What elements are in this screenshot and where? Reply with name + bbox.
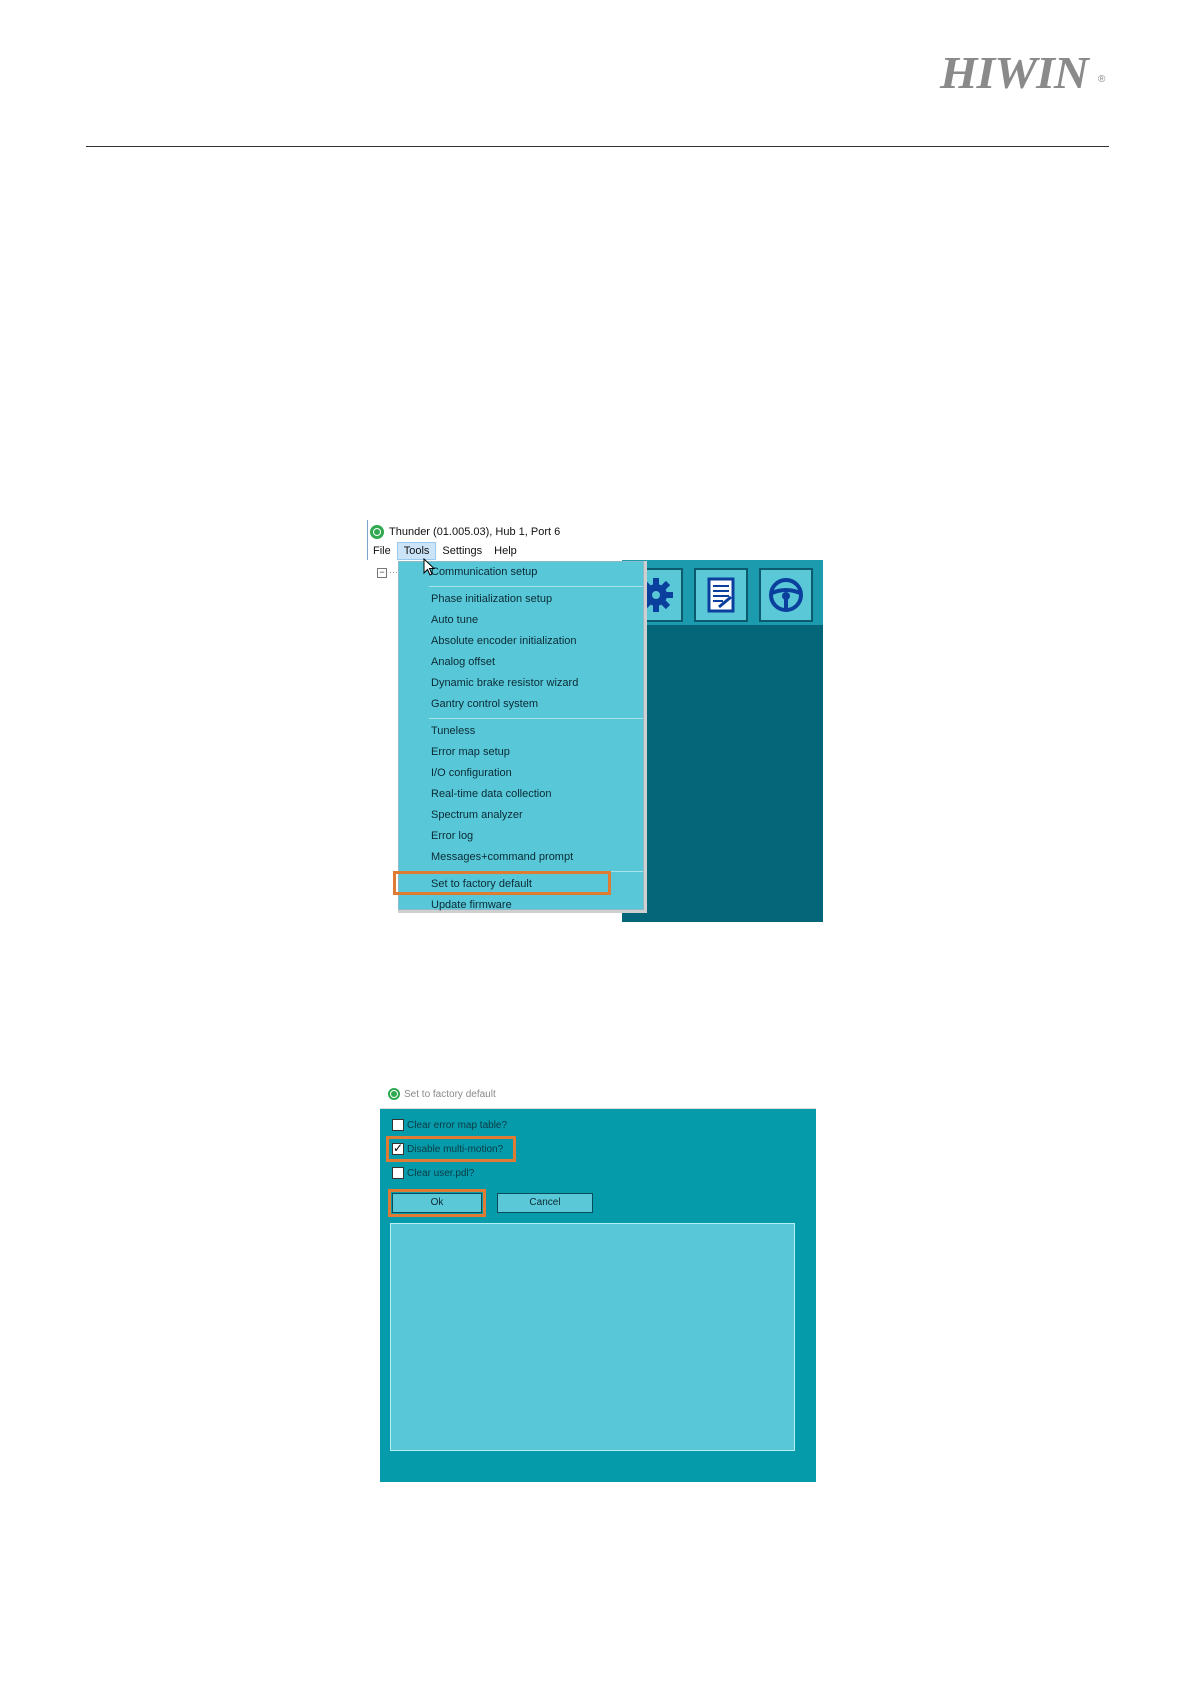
tools-menu-screenshot: Thunder (01.005.03), Hub 1, Port 6 File … [367, 520, 823, 922]
factory-default-dialog: Set to factory default Clear error map t… [380, 1082, 816, 1482]
menu-item-analog-offset[interactable]: Analog offset [431, 652, 495, 672]
menu-item-absolute-encoder-initialization[interactable]: Absolute encoder initialization [431, 631, 577, 651]
clear-user-pdl-label: Clear user.pdl? [407, 1167, 475, 1179]
registered-mark: ® [1098, 74, 1106, 85]
mouse-cursor-icon [423, 558, 435, 576]
menu-separator [429, 586, 643, 587]
menu-item-error-log[interactable]: Error log [431, 826, 473, 846]
header-rule [86, 146, 1109, 147]
ok-highlight-box [388, 1189, 486, 1217]
factory-default-highlight-box [393, 871, 611, 895]
dialog-title-bar: Set to factory default [380, 1082, 816, 1109]
menu-item-gantry-control-system[interactable]: Gantry control system [431, 694, 538, 714]
menu-item-io-configuration[interactable]: I/O configuration [431, 763, 512, 783]
thunder-app-icon [370, 525, 384, 539]
menu-item-phase-initialization-setup[interactable]: Phase initialization setup [431, 589, 552, 609]
menu-item-update-firmware[interactable]: Update firmware [431, 895, 512, 915]
menu-bar: File Tools Settings Help [367, 542, 523, 560]
clear-error-map-option: Clear error map table? [392, 1116, 507, 1134]
menu-settings[interactable]: Settings [436, 542, 488, 560]
dialog-title: Set to factory default [404, 1089, 496, 1100]
cancel-button[interactable]: Cancel [497, 1193, 593, 1213]
clear-error-map-checkbox[interactable] [392, 1119, 404, 1131]
tools-dropdown: Communication setup Phase initialization… [398, 561, 644, 911]
menu-item-tuneless[interactable]: Tuneless [431, 721, 475, 741]
menu-item-real-time-data-collection[interactable]: Real-time data collection [431, 784, 551, 804]
steering-wheel-icon[interactable] [759, 568, 813, 622]
menu-help[interactable]: Help [488, 542, 523, 560]
menu-separator [429, 718, 643, 719]
menu-item-messages-command-prompt[interactable]: Messages+command prompt [431, 847, 573, 867]
clear-error-map-label: Clear error map table? [407, 1119, 508, 1131]
tree-collapse-button[interactable]: − [377, 568, 387, 578]
clear-user-pdl-checkbox[interactable] [392, 1167, 404, 1179]
clear-user-pdl-option: Clear user.pdl? [392, 1164, 474, 1182]
thunder-app-icon [388, 1088, 400, 1100]
window-title-bar: Thunder (01.005.03), Hub 1, Port 6 [370, 523, 560, 541]
notepad-icon[interactable] [694, 568, 748, 622]
hiwin-logo: HIWIN [940, 47, 1089, 98]
menu-item-error-map-setup[interactable]: Error map setup [431, 742, 510, 762]
output-text-area[interactable] [390, 1223, 795, 1451]
multi-motion-highlight-box [386, 1136, 516, 1162]
menu-item-auto-tune[interactable]: Auto tune [431, 610, 478, 630]
menu-file[interactable]: File [367, 542, 397, 560]
menu-item-communication-setup[interactable]: Communication setup [431, 562, 537, 582]
menu-item-spectrum-analyzer[interactable]: Spectrum analyzer [431, 805, 523, 825]
menu-item-dynamic-brake-resistor-wizard[interactable]: Dynamic brake resistor wizard [431, 673, 578, 693]
tree-connector: ··· [389, 567, 398, 577]
window-title: Thunder (01.005.03), Hub 1, Port 6 [389, 526, 561, 538]
